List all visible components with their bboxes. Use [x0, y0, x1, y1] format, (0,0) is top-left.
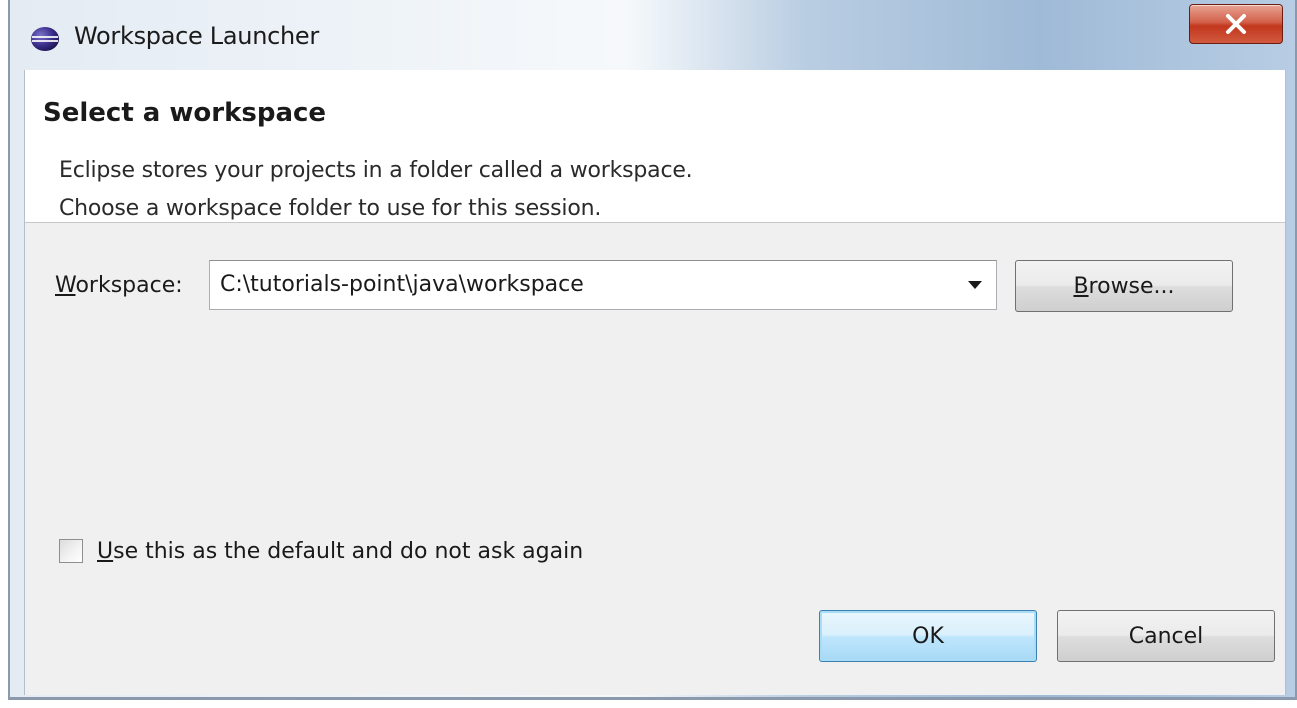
default-workspace-checkbox-row[interactable]: Use this as the default and do not ask a…: [59, 536, 583, 566]
default-workspace-checkbox-label[interactable]: Use this as the default and do not ask a…: [97, 539, 583, 564]
checkbox-label-mnemonic: U: [97, 538, 114, 564]
cancel-button[interactable]: Cancel: [1057, 610, 1275, 662]
workspace-label: Workspace:: [55, 273, 183, 298]
workspace-label-mnemonic: W: [55, 273, 76, 298]
default-workspace-checkbox[interactable]: [59, 539, 83, 563]
workspace-launcher-window: Workspace Launcher Select a workspace Ec…: [8, 0, 1297, 700]
banner-message-line-2: Choose a workspace folder to use for thi…: [59, 196, 602, 221]
workspace-path-value[interactable]: C:\tutorials-point\java\workspace: [220, 272, 584, 297]
close-icon: [1226, 14, 1246, 34]
checkbox-label-text: se this as the default and do not ask ag…: [113, 538, 584, 564]
workspace-combo-input[interactable]: C:\tutorials-point\java\workspace: [209, 260, 997, 310]
banner-message-line-1: Eclipse stores your projects in a folder…: [59, 158, 693, 183]
eclipse-icon: [31, 27, 59, 51]
browse-mnemonic: B: [1073, 273, 1089, 299]
browse-button[interactable]: Browse...: [1015, 260, 1233, 312]
workspace-label-text: orkspace:: [75, 273, 183, 298]
close-button[interactable]: [1189, 4, 1283, 44]
header-banner: Select a workspace Eclipse stores your p…: [25, 70, 1285, 223]
title-bar[interactable]: Workspace Launcher: [10, 0, 1295, 70]
dialog-client-area: Select a workspace Eclipse stores your p…: [24, 70, 1286, 695]
browse-label: rowse...: [1088, 273, 1175, 299]
banner-title: Select a workspace: [43, 98, 327, 128]
window-title: Workspace Launcher: [74, 22, 319, 50]
ok-button[interactable]: OK: [819, 610, 1037, 662]
chevron-down-icon[interactable]: [968, 281, 982, 289]
